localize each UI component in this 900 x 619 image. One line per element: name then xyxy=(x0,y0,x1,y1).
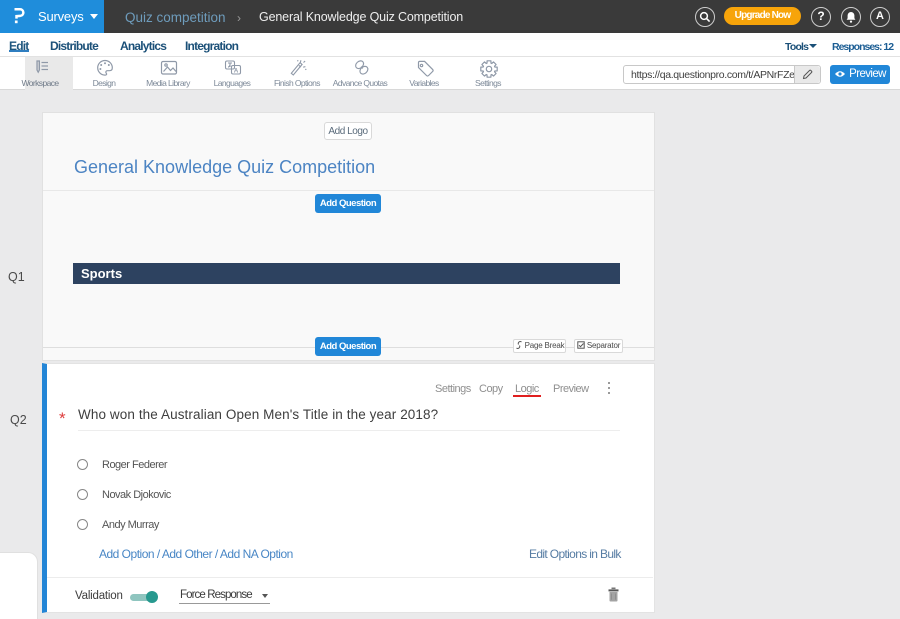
svg-text:A: A xyxy=(234,69,239,75)
